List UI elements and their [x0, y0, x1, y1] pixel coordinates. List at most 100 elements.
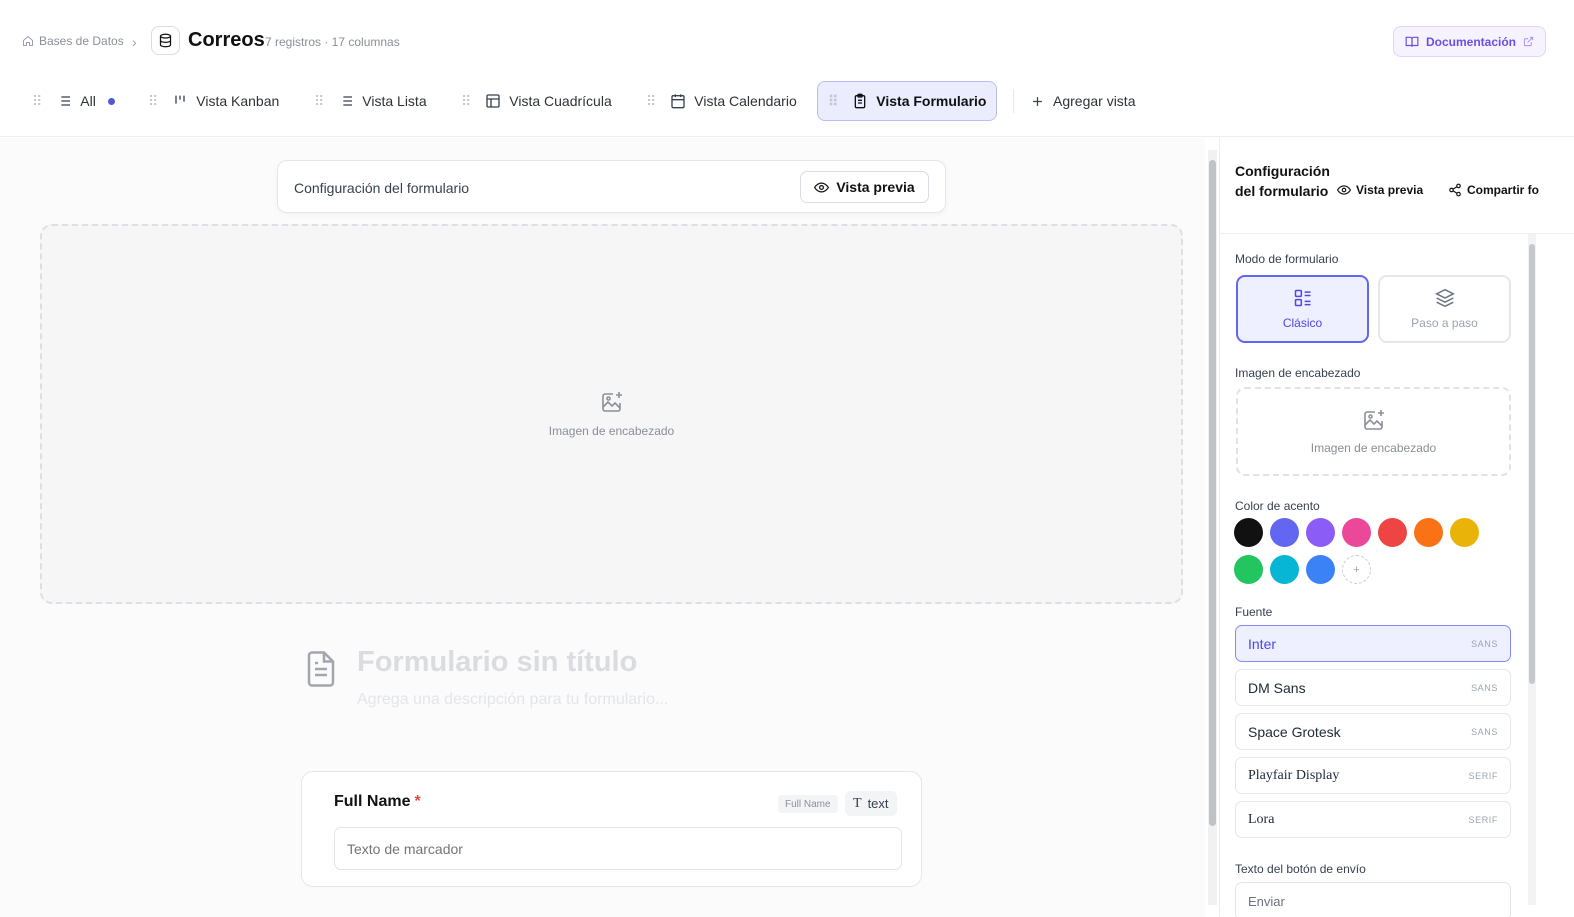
drag-handle-icon[interactable]: ⠿	[646, 93, 656, 110]
header-image-section-label: Imagen de encabezado	[1235, 366, 1361, 380]
font-option-tag: SANS	[1471, 638, 1498, 649]
breadcrumb-root[interactable]: Bases de Datos	[39, 34, 124, 48]
color-swatch[interactable]	[1306, 518, 1335, 547]
tab-form[interactable]: ⠿ Vista Formulario	[817, 81, 998, 121]
font-option[interactable]: DM Sans SANS	[1235, 669, 1511, 706]
font-option-tag: SANS	[1471, 682, 1498, 693]
header-image-label: Imagen de encabezado	[548, 424, 675, 438]
form-canvas: Configuración del formulario Vista previ…	[0, 138, 1205, 917]
panel-title: Configuración del formulario	[1235, 163, 1330, 199]
share-form-button[interactable]: Compartir fo	[1448, 183, 1574, 197]
layers-icon	[1434, 288, 1455, 308]
mode-classic-option[interactable]: Clásico	[1236, 275, 1369, 343]
form-title[interactable]: Formulario sin título	[357, 646, 637, 679]
add-view-button[interactable]: Agregar vista	[1020, 81, 1145, 121]
image-plus-icon	[600, 390, 624, 414]
documentation-label: Documentación	[1425, 34, 1516, 49]
font-option-tag: SANS	[1471, 726, 1498, 737]
tab-calendar[interactable]: ⠿ Vista Calendario	[636, 81, 807, 121]
field-type-badge[interactable]: T text	[845, 791, 897, 816]
drag-handle-icon[interactable]: ⠿	[828, 93, 838, 110]
list-icon	[338, 93, 354, 109]
panel-header-image-dropzone[interactable]: Imagen de encabezado	[1236, 387, 1511, 476]
tab-label: Vista Kanban	[196, 93, 280, 109]
plus-icon	[1030, 94, 1045, 109]
tab-list[interactable]: ⠿ Vista Lista	[304, 81, 437, 121]
panel-header-image-label: Imagen de encabezado	[1310, 441, 1437, 455]
drag-handle-icon[interactable]: ⠿	[32, 93, 42, 110]
form-description[interactable]: Agrega una descripción para tu formulari…	[357, 691, 668, 709]
mode-step-option[interactable]: Paso a paso	[1378, 275, 1511, 343]
form-mode-label: Modo de formulario	[1235, 252, 1339, 266]
database-icon	[151, 26, 180, 55]
grid-icon	[485, 93, 501, 109]
home-icon	[22, 35, 34, 47]
color-swatch[interactable]	[1378, 518, 1407, 547]
tab-kanban[interactable]: ⠿ Vista Kanban	[138, 81, 289, 121]
drag-handle-icon[interactable]: ⠿	[314, 93, 324, 110]
add-color-button[interactable]: +	[1342, 555, 1371, 584]
field-label-text: Full Name	[334, 793, 411, 810]
mode-classic-label: Clásico	[1282, 316, 1323, 330]
font-option-tag: SERIF	[1468, 770, 1498, 781]
view-tabs: ⠿ All ⠿ Vista Kanban ⠿ Vista Lista ⠿ Vis…	[0, 80, 1574, 137]
breadcrumb[interactable]: Bases de Datos	[22, 34, 124, 48]
color-swatch[interactable]	[1234, 555, 1263, 584]
font-option[interactable]: Playfair Display SERIF	[1235, 757, 1511, 794]
drag-handle-icon[interactable]: ⠿	[461, 93, 471, 110]
share-label: Compartir fo	[1467, 183, 1539, 197]
mode-step-label: Paso a paso	[1411, 316, 1478, 330]
form-field-card[interactable]: Full Name * Full Name T text	[301, 771, 922, 887]
tab-label: Vista Cuadrícula	[509, 93, 612, 109]
font-label: Fuente	[1235, 605, 1273, 619]
kanban-icon	[172, 93, 188, 109]
share-icon	[1448, 183, 1462, 197]
font-option-name: DM Sans	[1248, 679, 1306, 696]
font-option[interactable]: Space Grotesk SANS	[1235, 713, 1511, 750]
tab-label: Vista Lista	[362, 93, 427, 109]
accent-color-label: Color de acento	[1235, 499, 1320, 513]
submit-text-label: Texto del botón de envío	[1235, 862, 1366, 876]
color-swatch[interactable]	[1234, 518, 1263, 547]
drag-handle-icon[interactable]: ⠿	[148, 93, 158, 110]
book-icon	[1405, 35, 1419, 49]
panel-preview-button[interactable]: Vista previa	[1337, 183, 1423, 197]
field-label: Full Name *	[334, 793, 421, 811]
tab-grid[interactable]: ⠿ Vista Cuadrícula	[451, 81, 622, 121]
font-option[interactable]: Lora SERIF	[1235, 801, 1511, 838]
page-title: Correos	[188, 29, 265, 51]
panel-preview-label: Vista previa	[1356, 183, 1424, 197]
field-placeholder-input[interactable]	[334, 827, 902, 870]
header-image-dropzone[interactable]: Imagen de encabezado	[40, 224, 1183, 604]
panel-header: Configuración del formulario Vista previ…	[1220, 138, 1574, 234]
eye-icon	[814, 180, 830, 195]
color-swatch[interactable]	[1342, 518, 1371, 547]
panel-scrollbar[interactable]	[1528, 234, 1536, 905]
image-plus-icon	[1362, 408, 1386, 432]
color-swatch[interactable]	[1450, 518, 1479, 547]
tab-all[interactable]: ⠿ All	[22, 81, 125, 121]
font-option-tag: SERIF	[1468, 814, 1498, 825]
active-dot-indicator	[107, 97, 115, 105]
font-option[interactable]: Inter SANS	[1235, 625, 1511, 662]
field-type-label: text	[867, 796, 889, 811]
required-mark: *	[414, 793, 421, 810]
font-option-name: Inter	[1248, 635, 1277, 652]
submit-text-input[interactable]	[1235, 882, 1511, 917]
canvas-scrollbar-thumb[interactable]	[1209, 160, 1216, 826]
tab-label: Vista Formulario	[876, 93, 987, 109]
documentation-button[interactable]: Documentación	[1393, 26, 1546, 57]
color-swatch[interactable]	[1270, 555, 1299, 584]
color-swatch[interactable]	[1306, 555, 1335, 584]
panel-scrollbar-thumb[interactable]	[1529, 244, 1535, 684]
color-swatch[interactable]	[1414, 518, 1443, 547]
font-option-name: Space Grotesk	[1248, 723, 1341, 740]
color-swatch[interactable]	[1270, 518, 1299, 547]
layout-icon	[1293, 288, 1313, 308]
eye-icon	[1337, 183, 1351, 197]
preview-button[interactable]: Vista previa	[800, 171, 929, 203]
canvas-scrollbar[interactable]	[1208, 150, 1217, 905]
font-option-name: Lora	[1248, 811, 1275, 827]
database-meta: 7 registros · 17 columnas	[265, 35, 400, 49]
settings-panel: Configuración del formulario Vista previ…	[1219, 138, 1574, 917]
